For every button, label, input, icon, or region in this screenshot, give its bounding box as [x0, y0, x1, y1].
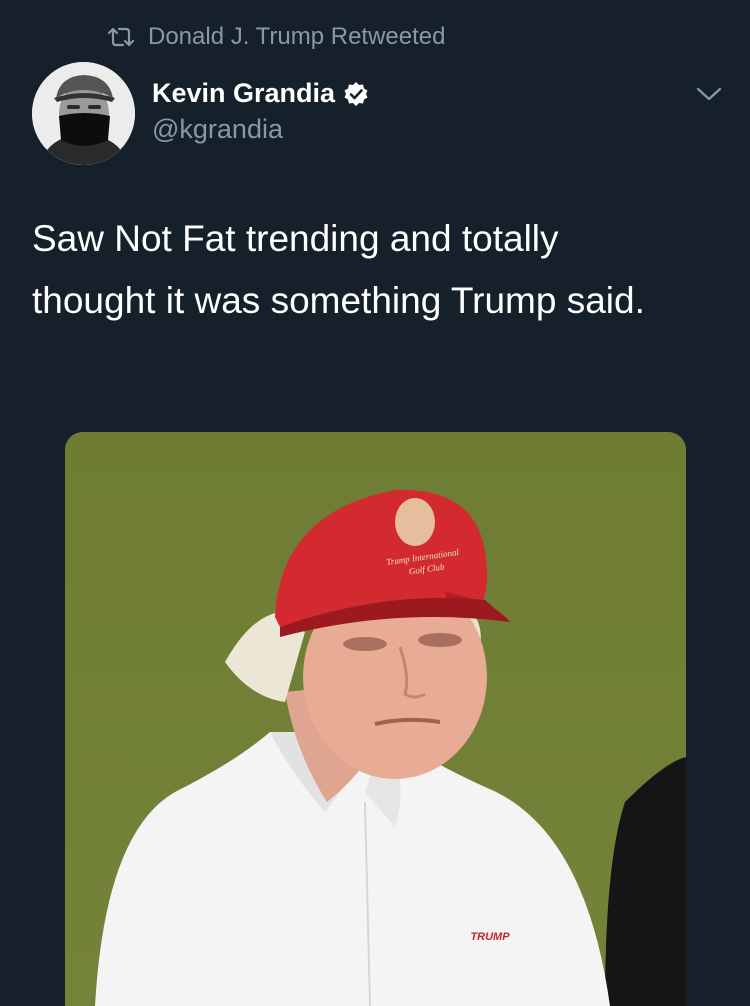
verified-badge-icon — [343, 81, 369, 107]
tweet-text: Saw Not Fat trending and totally thought… — [32, 218, 645, 321]
photo-image: Trump International Golf Club TRUMP — [65, 432, 686, 1006]
retweet-icon — [106, 26, 136, 48]
tweet-media[interactable]: Trump International Golf Club TRUMP — [65, 432, 686, 1006]
retweet-context[interactable]: Donald J. Trump Retweeted — [106, 22, 445, 52]
author-name-row[interactable]: Kevin Grandia — [152, 78, 369, 109]
avatar[interactable] — [32, 62, 135, 165]
shirt-logo-text: TRUMP — [470, 931, 510, 943]
chevron-down-icon[interactable] — [694, 84, 724, 104]
author-display-name[interactable]: Kevin Grandia — [152, 78, 335, 109]
author-handle[interactable]: @kgrandia — [152, 114, 283, 145]
retweet-label: Donald J. Trump Retweeted — [148, 23, 446, 50]
